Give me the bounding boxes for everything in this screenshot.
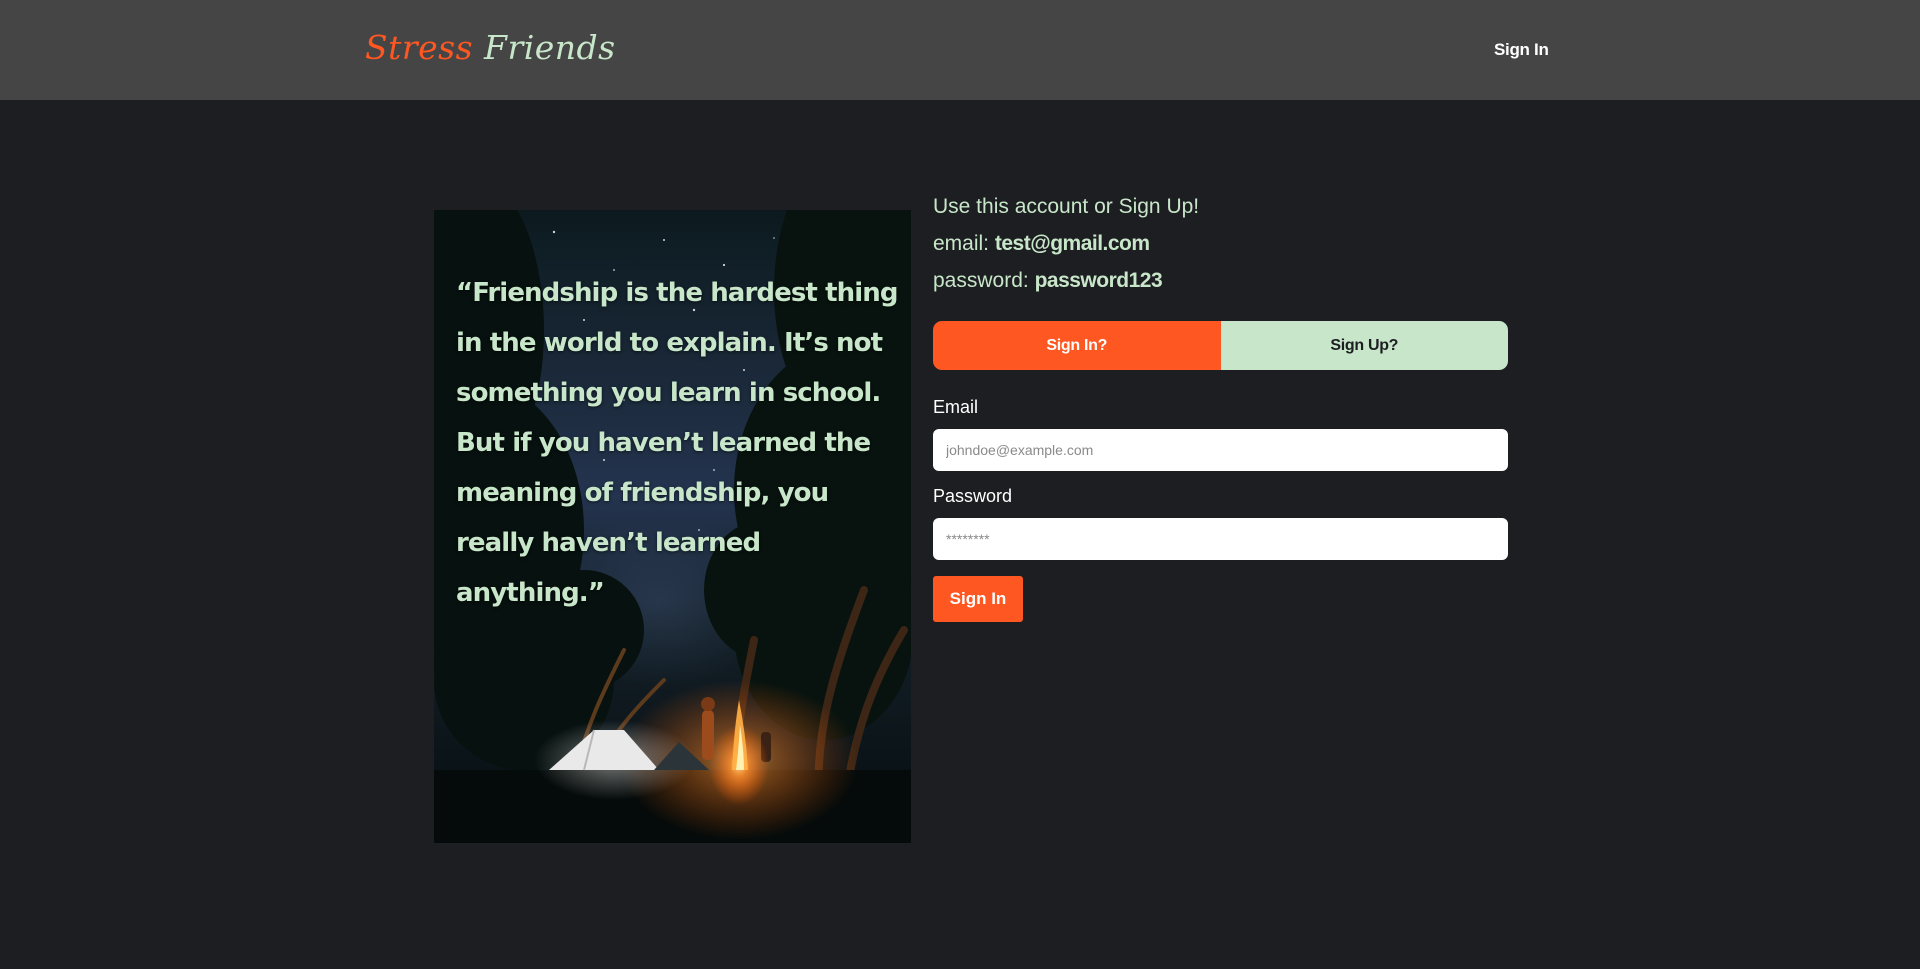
nav-sign-in-link[interactable]: Sign In — [1494, 40, 1549, 60]
brand-logo[interactable]: Stress Friends — [365, 28, 616, 67]
top-navbar: Stress Friends Sign In — [0, 0, 1920, 100]
sign-in-button[interactable]: Sign In — [933, 576, 1023, 622]
friendship-quote: “Friendship is the hardest thing in the … — [456, 278, 898, 608]
brand-word-friends: Friends — [484, 28, 616, 67]
email-input[interactable] — [933, 429, 1508, 471]
demo-password-value: password123 — [1034, 269, 1163, 292]
email-label: Email — [933, 397, 979, 417]
password-label: Password — [933, 486, 1013, 506]
tab-sign-in[interactable]: Sign In? — [933, 321, 1221, 370]
demo-password-line: password: password123 — [933, 269, 1163, 293]
demo-email-value: test@gmail.com — [994, 232, 1150, 255]
password-input[interactable] — [933, 518, 1508, 560]
demo-password-label: password: — [933, 269, 1029, 292]
tab-sign-up[interactable]: Sign Up? — [1220, 321, 1508, 370]
auth-mode-toggle: Sign In? Sign Up? — [933, 321, 1508, 370]
demo-email-label: email: — [933, 232, 990, 255]
campfire-quote-image: “Friendship is the hardest thing in the … — [434, 210, 911, 843]
demo-email-line: email: test@gmail.com — [933, 232, 1150, 256]
demo-account-intro: Use this account or Sign Up! — [933, 195, 1200, 218]
brand-word-stress: Stress — [365, 28, 474, 67]
